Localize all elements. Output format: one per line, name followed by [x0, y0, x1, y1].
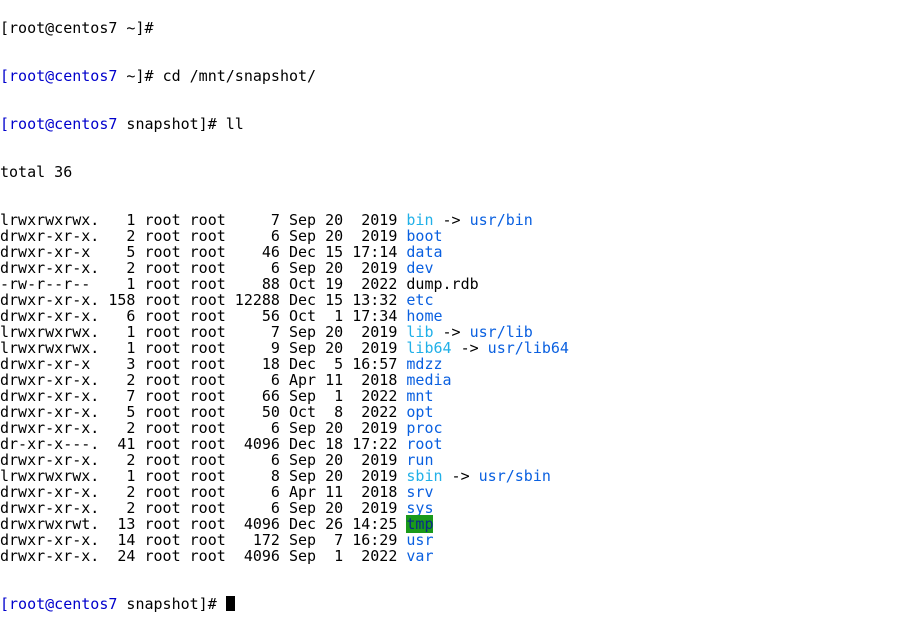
listing-row: drwxrwxrwt. 13 root root 4096 Dec 26 14:…	[0, 515, 912, 533]
prompt-user-host: [root@centos7	[0, 67, 118, 85]
prompt-user-host: [root@centos7	[0, 595, 118, 613]
listing-row: drwxr-xr-x. 5 root root 50 Oct 8 2022 op…	[0, 404, 912, 420]
listing-row: drwxr-xr-x. 2 root root 6 Sep 20 2019 pr…	[0, 420, 912, 436]
listing-row: drwxr-xr-x. 2 root root 6 Sep 20 2019 bo…	[0, 228, 912, 244]
entry-name-var: var	[406, 547, 434, 565]
prompt-path: snapshot]#	[117, 595, 226, 613]
prompt-line-cd: [root@centos7 ~]# cd /mnt/snapshot/	[0, 68, 912, 84]
listing-row: drwxr-xr-x. 2 root root 6 Sep 20 2019 ru…	[0, 452, 912, 468]
prompt-path: ~]#	[117, 67, 163, 85]
listing-row: -rw-r--r-- 1 root root 88 Oct 19 2022 du…	[0, 276, 912, 292]
symlink-target: usr/sbin	[478, 467, 551, 485]
listing-row: drwxr-xr-x. 2 root root 6 Apr 11 2018 sr…	[0, 484, 912, 500]
symlink-arrow: ->	[451, 339, 488, 357]
symlink-target: usr/bin	[469, 211, 533, 229]
listing-row: lrwxrwxrwx. 1 root root 9 Sep 20 2019 li…	[0, 340, 912, 356]
prompt-user-host: [root@centos7	[0, 115, 118, 133]
listing-row: drwxr-xr-x. 2 root root 6 Sep 20 2019 sy…	[0, 500, 912, 516]
listing-row: drwxr-xr-x 5 root root 46 Dec 15 17:14 d…	[0, 244, 912, 260]
listing-row: drwxr-xr-x. 24 root root 4096 Sep 1 2022…	[0, 548, 912, 564]
listing-row: drwxr-xr-x 3 root root 18 Dec 5 16:57 md…	[0, 356, 912, 372]
cut-off-line: [root@centos7 ~]#	[0, 19, 154, 37]
listing-row: lrwxrwxrwx. 1 root root 7 Sep 20 2019 li…	[0, 324, 912, 340]
listing-row: drwxr-xr-x. 6 root root 56 Oct 1 17:34 h…	[0, 308, 912, 324]
symlink-arrow: ->	[442, 467, 479, 485]
listing-row: drwxr-xr-x. 158 root root 12288 Dec 15 1…	[0, 292, 912, 308]
prompt-line-final: [root@centos7 snapshot]#	[0, 596, 912, 612]
listing-row: lrwxrwxrwx. 1 root root 7 Sep 20 2019 bi…	[0, 212, 912, 228]
terminal-output[interactable]: [root@centos7 ~]# [root@centos7 ~]# cd /…	[0, 0, 912, 628]
directory-listing: lrwxrwxrwx. 1 root root 7 Sep 20 2019 bi…	[0, 212, 912, 564]
prompt-path: snapshot]#	[117, 115, 226, 133]
listing-row: drwxr-xr-x. 2 root root 6 Apr 11 2018 me…	[0, 372, 912, 388]
symlink-target: usr/lib64	[487, 339, 569, 357]
entry-metadata: drwxr-xr-x. 24 root root 4096 Sep 1 2022	[0, 547, 407, 565]
command-text: cd /mnt/snapshot/	[162, 67, 317, 85]
command-text: ll	[225, 115, 244, 133]
listing-row: lrwxrwxrwx. 1 root root 8 Sep 20 2019 sb…	[0, 468, 912, 484]
listing-row: drwxr-xr-x. 14 root root 172 Sep 7 16:29…	[0, 532, 912, 548]
listing-row: drwxr-xr-x. 2 root root 6 Sep 20 2019 de…	[0, 260, 912, 276]
text-cursor	[225, 596, 235, 611]
prompt-line-ll: [root@centos7 snapshot]# ll	[0, 116, 912, 132]
listing-total: total 36	[0, 163, 73, 181]
listing-row: dr-xr-x---. 41 root root 4096 Dec 18 17:…	[0, 436, 912, 452]
listing-row: drwxr-xr-x. 7 root root 66 Sep 1 2022 mn…	[0, 388, 912, 404]
